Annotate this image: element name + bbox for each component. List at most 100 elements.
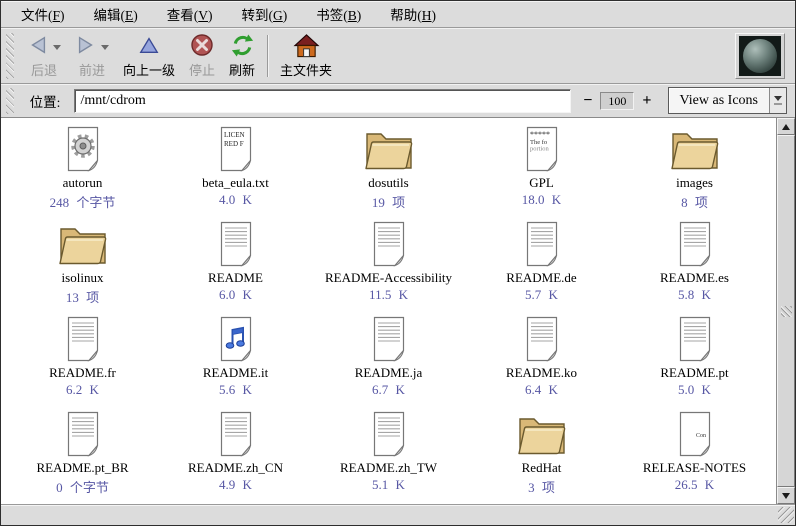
file-icon bbox=[55, 315, 111, 363]
zoom-in-button[interactable]: + bbox=[640, 93, 653, 109]
menu-label-part: 编辑( bbox=[94, 8, 126, 23]
back-history-chevron-icon[interactable] bbox=[53, 45, 61, 50]
file-icon bbox=[55, 125, 111, 173]
file-icon bbox=[55, 410, 111, 458]
file-size: 8 项 bbox=[681, 192, 708, 211]
stop-button[interactable]: 停止 bbox=[182, 31, 222, 81]
location-input[interactable] bbox=[74, 89, 571, 113]
scrollbar-thumb[interactable] bbox=[777, 135, 795, 487]
menu-label-part: ) bbox=[60, 8, 65, 23]
file-size: 5.7 K bbox=[525, 287, 558, 303]
toolbar-separator bbox=[267, 35, 268, 77]
file-item-README-Accessibility[interactable]: README-Accessibility 11.5 K bbox=[312, 220, 465, 315]
menu-label-part: 帮助( bbox=[390, 8, 422, 23]
file-item-README.pt[interactable]: README.pt 5.0 K bbox=[618, 315, 771, 410]
file-item-README.it[interactable]: README.it 5.6 K bbox=[159, 315, 312, 410]
file-grid: autorun 248 个字节 beta_eula.txt 4.0 K dosu… bbox=[1, 118, 776, 504]
up-button[interactable]: 向上一级 bbox=[116, 31, 182, 81]
view-mode-arrow-button[interactable] bbox=[769, 88, 786, 113]
file-item-autorun[interactable]: autorun 248 个字节 bbox=[6, 125, 159, 220]
menu-mnemonic: V bbox=[198, 8, 208, 23]
file-item-README.pt_BR[interactable]: README.pt_BR 0 个字节 bbox=[6, 410, 159, 504]
menu-label-part: ) bbox=[208, 8, 213, 23]
location-drag-handle[interactable] bbox=[6, 88, 14, 114]
file-item-RedHat[interactable]: RedHat 3 项 bbox=[465, 410, 618, 504]
toolbar-drag-handle[interactable] bbox=[6, 33, 14, 79]
file-item-beta_eula.txt[interactable]: beta_eula.txt 4.0 K bbox=[159, 125, 312, 220]
file-size: 19 项 bbox=[372, 192, 405, 211]
file-item-README.de[interactable]: README.de 5.7 K bbox=[465, 220, 618, 315]
throbber[interactable] bbox=[739, 36, 781, 76]
scroll-up-button[interactable] bbox=[777, 118, 795, 135]
file-item-README.ko[interactable]: README.ko 6.4 K bbox=[465, 315, 618, 410]
menu-bookmarks[interactable]: 书签(B) bbox=[302, 0, 376, 28]
resize-grip[interactable] bbox=[778, 507, 794, 523]
file-icon bbox=[514, 125, 570, 173]
file-item-isolinux[interactable]: isolinux 13 项 bbox=[6, 220, 159, 315]
file-size: 5.6 K bbox=[219, 382, 252, 398]
menu-go[interactable]: 转到(G) bbox=[228, 0, 303, 28]
file-name: images bbox=[676, 175, 713, 191]
menu-mnemonic: B bbox=[348, 8, 357, 23]
location-bar: 位置: − 100 + View as Icons bbox=[1, 84, 795, 118]
forward-button[interactable]: 前进 bbox=[68, 31, 116, 81]
back-button[interactable]: 后退 bbox=[20, 31, 68, 81]
file-item-images[interactable]: images 8 项 bbox=[618, 125, 771, 220]
forward-history-chevron-icon[interactable] bbox=[101, 45, 109, 50]
file-size: 0 个字节 bbox=[56, 477, 109, 496]
menu-help[interactable]: 帮助(H) bbox=[376, 0, 451, 28]
chevron-bar bbox=[774, 103, 782, 105]
file-icon bbox=[361, 220, 417, 268]
menu-file[interactable]: 文件(F) bbox=[7, 0, 80, 28]
file-item-dosutils[interactable]: dosutils 19 项 bbox=[312, 125, 465, 220]
menu-label-part: ) bbox=[432, 8, 437, 23]
file-icon bbox=[514, 220, 570, 268]
home-button[interactable]: 主文件夹 bbox=[273, 31, 339, 81]
refresh-button[interactable]: 刷新 bbox=[222, 31, 262, 81]
file-name: README bbox=[208, 270, 263, 286]
file-name: autorun bbox=[63, 175, 103, 191]
file-name: RELEASE-NOTES bbox=[643, 460, 746, 476]
status-bar bbox=[1, 504, 795, 525]
file-item-README[interactable]: README 6.0 K bbox=[159, 220, 312, 315]
file-icon bbox=[361, 315, 417, 363]
file-name: README.de bbox=[506, 270, 576, 286]
file-icon bbox=[667, 315, 723, 363]
file-size: 26.5 K bbox=[675, 477, 714, 493]
zoom-out-button[interactable]: − bbox=[581, 93, 594, 109]
file-icon bbox=[514, 410, 570, 458]
zoom-level[interactable]: 100 bbox=[600, 92, 634, 110]
file-item-README.zh_CN[interactable]: README.zh_CN 4.9 K bbox=[159, 410, 312, 504]
file-size: 4.9 K bbox=[219, 477, 252, 493]
file-name: README.fr bbox=[49, 365, 116, 381]
file-item-README.zh_TW[interactable]: README.zh_TW 5.1 K bbox=[312, 410, 465, 504]
menu-label-part: ) bbox=[357, 8, 362, 23]
menu-mnemonic: F bbox=[53, 8, 61, 23]
file-item-GPL[interactable]: GPL 18.0 K bbox=[465, 125, 618, 220]
file-size: 6.4 K bbox=[525, 382, 558, 398]
file-item-README.fr[interactable]: README.fr 6.2 K bbox=[6, 315, 159, 410]
file-item-RELEASE-NOTES[interactable]: RELEASE-NOTES 26.5 K bbox=[618, 410, 771, 504]
vertical-scrollbar[interactable] bbox=[776, 118, 795, 504]
scroll-down-button[interactable] bbox=[777, 487, 795, 504]
home-icon bbox=[293, 33, 320, 58]
file-name: README.zh_CN bbox=[188, 460, 283, 476]
menu-view[interactable]: 查看(V) bbox=[153, 0, 228, 28]
file-icon bbox=[667, 410, 723, 458]
menu-label-part: 转到( bbox=[242, 8, 274, 23]
forward-label: 前进 bbox=[79, 60, 105, 79]
back-icon bbox=[27, 34, 49, 56]
view-mode-select[interactable]: View as Icons bbox=[668, 87, 787, 114]
file-size: 5.8 K bbox=[678, 287, 711, 303]
file-icon bbox=[514, 315, 570, 363]
menu-edit[interactable]: 编辑(E) bbox=[80, 0, 153, 28]
menu-mnemonic: H bbox=[422, 8, 432, 23]
forward-icon bbox=[75, 34, 97, 56]
view-mode-label: View as Icons bbox=[669, 88, 769, 113]
file-item-README.es[interactable]: README.es 5.8 K bbox=[618, 220, 771, 315]
menu-label-part: 书签( bbox=[316, 8, 348, 23]
file-icon bbox=[361, 410, 417, 458]
file-name: beta_eula.txt bbox=[202, 175, 269, 191]
file-icon bbox=[208, 410, 264, 458]
file-item-README.ja[interactable]: README.ja 6.7 K bbox=[312, 315, 465, 410]
